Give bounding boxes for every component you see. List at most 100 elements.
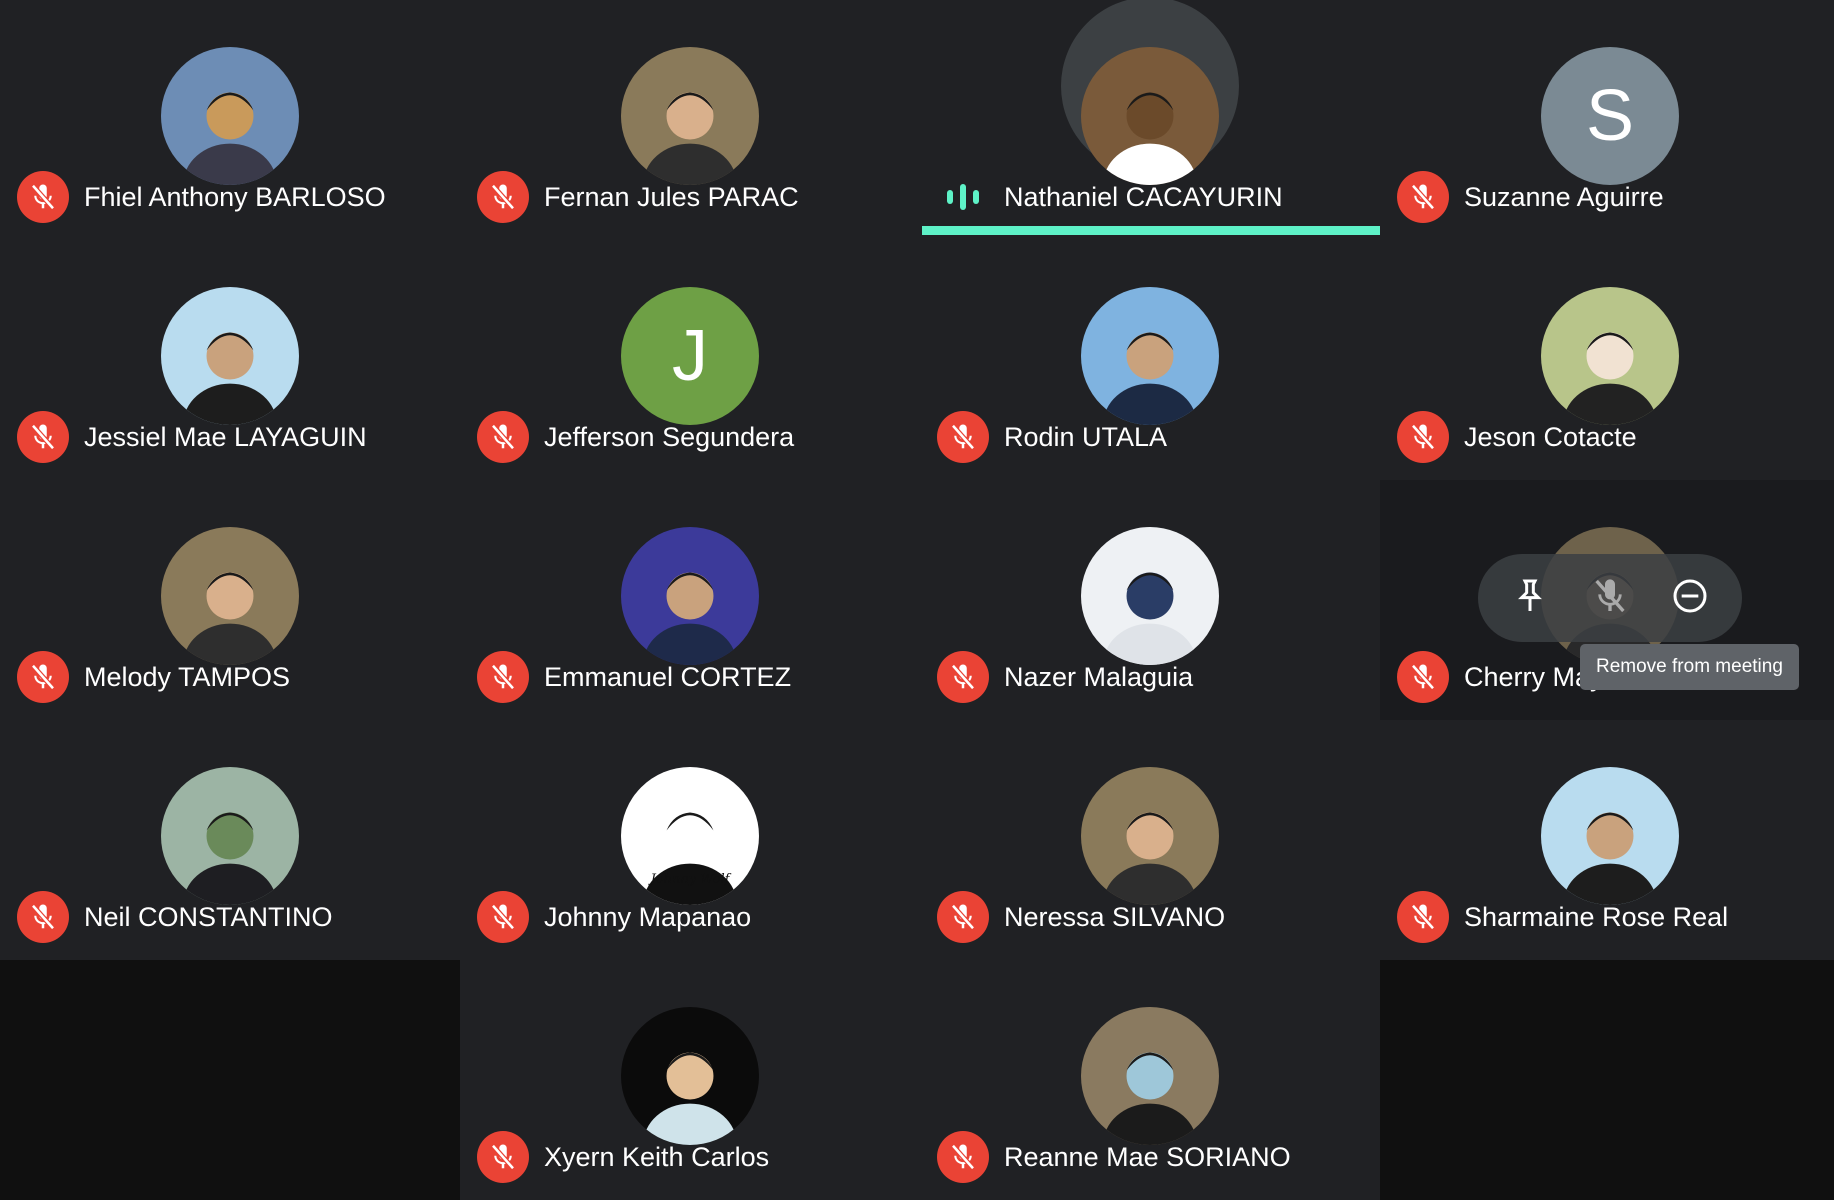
participant-name: Rodin UTALA [1004, 421, 1168, 452]
participant-name-row: Rodin UTALA [937, 411, 1167, 463]
participant-name-row: Fernan Jules PARAC [477, 171, 799, 223]
avatar-initial: J [672, 316, 708, 396]
participant-tile[interactable]: Cherry May DUREZARemove from meeting [1380, 480, 1834, 720]
speaking-indicator-bar [922, 226, 1380, 235]
participant-tile[interactable]: Sharmaine Rose Real [1380, 720, 1834, 960]
participant-name: Jefferson Segundera [544, 421, 795, 452]
participant-name: Neil CONSTANTINO [84, 901, 333, 932]
mic-off-icon [937, 651, 989, 703]
mic-off-icon [17, 891, 69, 943]
mic-off-icon [17, 171, 69, 223]
participant-name: Nathaniel CACAYURIN [1004, 181, 1283, 212]
mic-off-icon [937, 411, 989, 463]
participant-name: Xyern Keith Carlos [544, 1141, 770, 1172]
participant-name-row: Xyern Keith Carlos [477, 1131, 769, 1183]
participant-tile[interactable]: J Jefferson Segundera [460, 240, 920, 480]
avatar-signature: Johnny Wolf [650, 872, 730, 887]
avatar: Johnny Wolf [621, 767, 759, 905]
participant-tile[interactable]: Nazer Malaguia [920, 480, 1380, 720]
participant-name-row: Neressa SILVANO [937, 891, 1225, 943]
participant-grid: Fhiel Anthony BARLOSO Fernan Jules PARAC… [0, 0, 1834, 1200]
participant-name-row: Melody TAMPOS [17, 651, 290, 703]
participant-tile[interactable]: Jeson Cotacte [1380, 240, 1834, 480]
mute-button[interactable] [1585, 573, 1635, 623]
mic-off-icon [1397, 171, 1449, 223]
participant-name-row: Reanne Mae SORIANO [937, 1131, 1291, 1183]
avatar [1541, 287, 1679, 425]
participant-name-row: Sharmaine Rose Real [1397, 891, 1728, 943]
participant-tile[interactable]: Rodin UTALA [920, 240, 1380, 480]
avatar [621, 47, 759, 185]
participant-hover-menu [1478, 554, 1742, 642]
participant-name: Neressa SILVANO [1004, 901, 1226, 932]
avatar: S [1541, 47, 1679, 185]
participant-name: Nazer Malaguia [1004, 661, 1194, 692]
participant-tile[interactable]: Neil CONSTANTINO [0, 720, 460, 960]
participant-tile[interactable]: Fernan Jules PARAC [460, 0, 920, 240]
avatar [161, 767, 299, 905]
participant-name-row: Fhiel Anthony BARLOSO [17, 171, 386, 223]
pin-button[interactable] [1505, 573, 1555, 623]
participant-tile[interactable]: Xyern Keith Carlos [460, 960, 920, 1200]
participant-name: Fernan Jules PARAC [544, 181, 799, 212]
participant-name: Reanne Mae SORIANO [1004, 1141, 1291, 1172]
avatar [621, 527, 759, 665]
mic-off-icon [1397, 651, 1449, 703]
remove-tooltip: Remove from meeting [1580, 644, 1799, 690]
mic-off-icon [1397, 411, 1449, 463]
mic-off-icon [477, 891, 529, 943]
avatar-initial: S [1585, 76, 1635, 156]
participant-name-row: Emmanuel CORTEZ [477, 651, 791, 703]
mic-off-icon [17, 651, 69, 703]
mic-off-icon [1590, 576, 1630, 621]
participant-name: Melody TAMPOS [84, 661, 291, 692]
participant-tile[interactable]: Fhiel Anthony BARLOSO [0, 0, 460, 240]
participant-tile[interactable]: S Suzanne Aguirre [1380, 0, 1834, 240]
participant-name: Fhiel Anthony BARLOSO [84, 181, 386, 212]
avatar [161, 287, 299, 425]
participant-tile[interactable]: Neressa SILVANO [920, 720, 1380, 960]
avatar [1081, 1007, 1219, 1145]
participant-tile[interactable]: Melody TAMPOS [0, 480, 460, 720]
pin-icon [1510, 576, 1550, 621]
mic-off-icon [17, 411, 69, 463]
participant-name-row: Jessiel Mae LAYAGUIN [17, 411, 367, 463]
participant-name: Suzanne Aguirre [1464, 181, 1664, 212]
audio-level-icon [937, 171, 989, 223]
participant-name-row: Nathaniel CACAYURIN [937, 171, 1283, 223]
avatar [161, 47, 299, 185]
avatar [1081, 47, 1219, 185]
avatar [161, 527, 299, 665]
participant-name-row: Jefferson Segundera [477, 411, 794, 463]
participant-name-row: Johnny Mapanao [477, 891, 751, 943]
participant-name-row: Neil CONSTANTINO [17, 891, 333, 943]
avatar [1081, 287, 1219, 425]
mic-off-icon [1397, 891, 1449, 943]
participant-tile[interactable]: Emmanuel CORTEZ [460, 480, 920, 720]
avatar [1541, 767, 1679, 905]
participant-name: Emmanuel CORTEZ [544, 661, 792, 692]
mic-off-icon [937, 891, 989, 943]
participant-name: Jeson Cotacte [1464, 421, 1637, 452]
remove-button[interactable] [1665, 573, 1715, 623]
participant-tile[interactable]: Jessiel Mae LAYAGUIN [0, 240, 460, 480]
mic-off-icon [477, 171, 529, 223]
remove-circle-icon [1670, 576, 1710, 621]
participant-tile[interactable]: Johnny Wolf Johnny Mapanao [460, 720, 920, 960]
participant-name-row: Jeson Cotacte [1397, 411, 1637, 463]
avatar: J [621, 287, 759, 425]
participant-name-row: Nazer Malaguia [937, 651, 1193, 703]
participant-name: Johnny Mapanao [544, 901, 752, 932]
avatar [621, 1007, 759, 1145]
avatar [1081, 527, 1219, 665]
participant-name: Jessiel Mae LAYAGUIN [84, 421, 367, 452]
participant-tile[interactable]: Reanne Mae SORIANO [920, 960, 1380, 1200]
participant-name-row: Suzanne Aguirre [1397, 171, 1664, 223]
mic-off-icon [937, 1131, 989, 1183]
mic-off-icon [477, 651, 529, 703]
participant-name: Sharmaine Rose Real [1464, 901, 1729, 932]
mic-off-icon [477, 1131, 529, 1183]
participant-tile[interactable]: Nathaniel CACAYURIN [920, 0, 1380, 240]
avatar [1081, 767, 1219, 905]
mic-off-icon [477, 411, 529, 463]
